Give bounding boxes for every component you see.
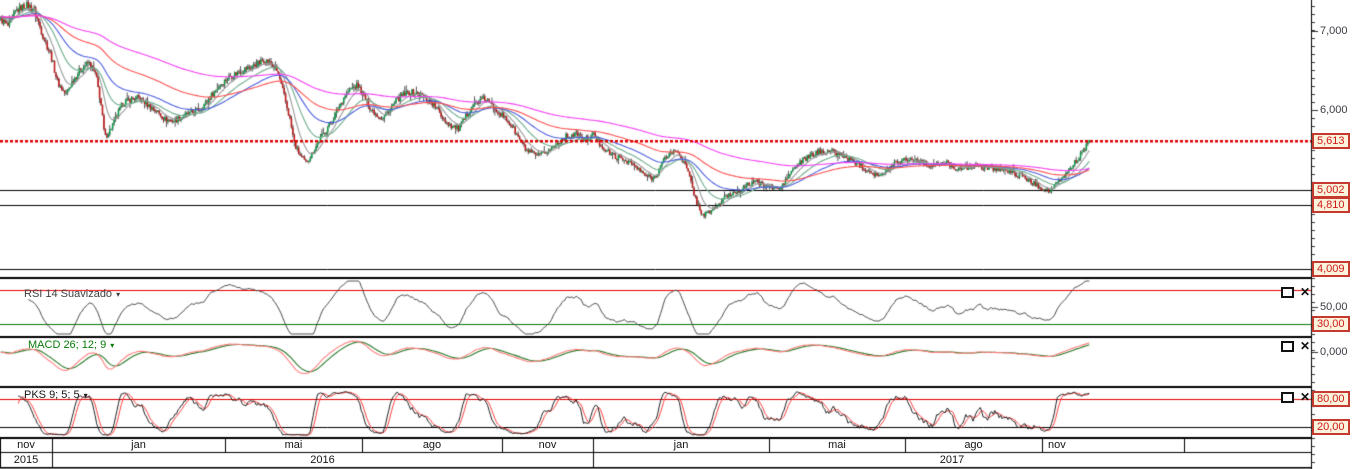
close-icon[interactable]: ✕ — [1300, 391, 1310, 403]
restore-icon[interactable] — [1281, 341, 1294, 352]
month-cell: nov — [17, 438, 35, 451]
month-cell: jan — [131, 438, 146, 451]
month-cell: nov — [1048, 438, 1066, 451]
price-tick-label: 7,000 — [1320, 25, 1348, 37]
chart-window: RSI 14 Suavizado ▾ ✕ MACD 26; 12; 9 ▾ ✕ … — [0, 0, 1360, 469]
year-cell: 2015 — [13, 453, 39, 466]
macd-title-label: MACD 26; 12; 9 — [28, 339, 107, 351]
price-marker-label[interactable]: 5,002 — [1312, 182, 1350, 198]
chart-canvas[interactable] — [0, 0, 1360, 469]
price-marker-label[interactable]: 4,009 — [1312, 261, 1350, 277]
month-cell — [1184, 438, 1311, 451]
price-tick-label: 6,000 — [1320, 104, 1348, 116]
rsi-indicator-title[interactable]: RSI 14 Suavizado ▾ — [24, 289, 120, 300]
month-cell: mai — [284, 438, 303, 451]
month-cell: ago — [964, 438, 983, 451]
price-marker-label[interactable]: 20,00 — [1312, 419, 1350, 435]
dropdown-icon[interactable]: ▾ — [116, 290, 120, 299]
month-cell: ago — [422, 438, 442, 451]
dropdown-icon[interactable]: ▾ — [84, 391, 88, 400]
close-icon[interactable]: ✕ — [1300, 286, 1310, 298]
price-tick-label: 0,000 — [1320, 346, 1348, 358]
price-marker-label[interactable]: 5,613 — [1312, 133, 1350, 149]
restore-icon[interactable] — [1281, 287, 1294, 298]
pks-indicator-title[interactable]: PKS 9; 5; 5 ▾ — [24, 390, 88, 401]
rsi-title-label: RSI 14 Suavizado — [24, 288, 113, 300]
month-cell: mai — [828, 438, 846, 451]
price-marker-label[interactable]: 30,00 — [1312, 316, 1350, 332]
close-icon[interactable]: ✕ — [1300, 340, 1310, 352]
price-marker-label[interactable]: 80,00 — [1312, 391, 1350, 407]
month-cell: jan — [673, 438, 689, 451]
year-cell: 2017 — [939, 453, 965, 466]
restore-icon[interactable] — [1281, 392, 1294, 403]
dropdown-icon[interactable]: ▾ — [110, 341, 114, 350]
year-cell: 2016 — [310, 453, 335, 466]
pks-title-label: PKS 9; 5; 5 — [24, 389, 80, 401]
price-marker-label[interactable]: 4,810 — [1312, 197, 1350, 213]
pks-window-controls: ✕ — [1281, 391, 1310, 403]
macd-window-controls: ✕ — [1281, 340, 1310, 352]
macd-indicator-title[interactable]: MACD 26; 12; 9 ▾ — [28, 340, 114, 351]
price-tick-label: 50,00 — [1320, 301, 1348, 313]
month-cell: nov — [538, 438, 557, 451]
rsi-window-controls: ✕ — [1281, 286, 1310, 298]
